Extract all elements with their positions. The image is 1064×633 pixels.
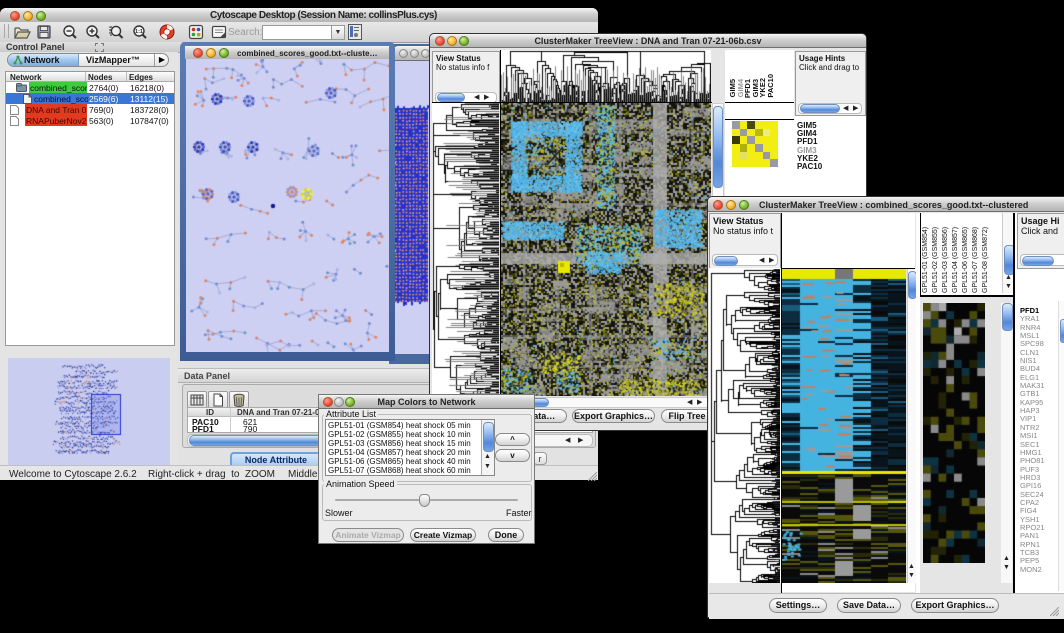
svg-text:1:1: 1:1: [135, 29, 143, 35]
